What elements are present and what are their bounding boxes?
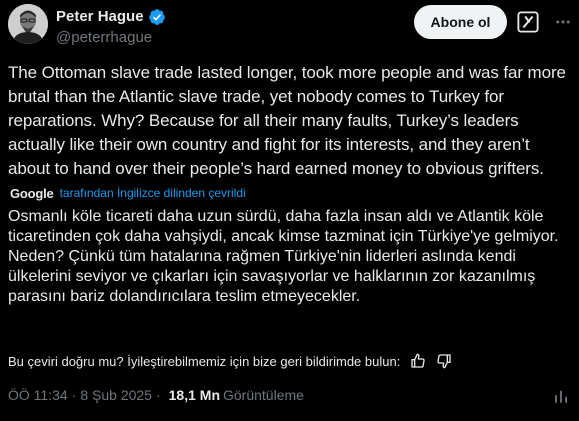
display-name[interactable]: Peter Hague [56, 8, 144, 26]
analytics-button[interactable] [551, 386, 571, 406]
subscribe-button[interactable]: Abone ol [414, 5, 507, 39]
meta-separator: · [71, 387, 77, 403]
views-label: Görüntüleme [223, 387, 304, 403]
thumbs-down-icon [437, 354, 451, 369]
thumbs-up-icon [411, 353, 425, 368]
author-handle[interactable]: @peterrhague [56, 29, 166, 47]
verified-badge-icon [148, 8, 166, 26]
tweet-time[interactable]: ÖÖ 11:34 [8, 387, 68, 403]
tweet-post: Peter Hague @peterrhague Abone ol The Ot [0, 0, 579, 421]
thumbs-up-button[interactable] [410, 353, 426, 369]
grok-button[interactable] [513, 7, 543, 37]
grok-icon [517, 11, 539, 33]
tweet-date[interactable]: 8 Şub 2025 [80, 387, 152, 403]
views-count: 18,1 Mn [168, 387, 220, 403]
avatar-image [8, 4, 48, 44]
translation-attribution: Google tarafından İngilizce dilinden çev… [10, 184, 246, 202]
tweet-text: The Ottoman slave trade lasted longer, t… [8, 63, 566, 178]
meta-separator: · [155, 387, 161, 403]
google-logo: Google [10, 185, 54, 201]
name-row: Peter Hague [56, 8, 166, 26]
author-block: Peter Hague @peterrhague [56, 8, 166, 47]
translation-feedback: Bu çeviri doğru mu? İyileştirebilmemiz i… [8, 351, 452, 371]
more-icon [556, 20, 570, 24]
translated-text: Osmanlı köle ticareti daha uzun sürdü, d… [8, 208, 559, 305]
thumbs-down-button[interactable] [436, 353, 452, 369]
tweet-meta: ÖÖ 11:34 · 8 Şub 2025 · 18,1 Mn Görüntül… [8, 385, 304, 405]
translation-note-link[interactable]: tarafından İngilizce dilinden çevrildi [60, 186, 246, 200]
analytics-icon [555, 390, 567, 403]
feedback-prompt: Bu çeviri doğru mu? İyileştirebilmemiz i… [8, 353, 401, 369]
avatar[interactable] [8, 4, 48, 44]
more-button[interactable] [551, 13, 575, 31]
